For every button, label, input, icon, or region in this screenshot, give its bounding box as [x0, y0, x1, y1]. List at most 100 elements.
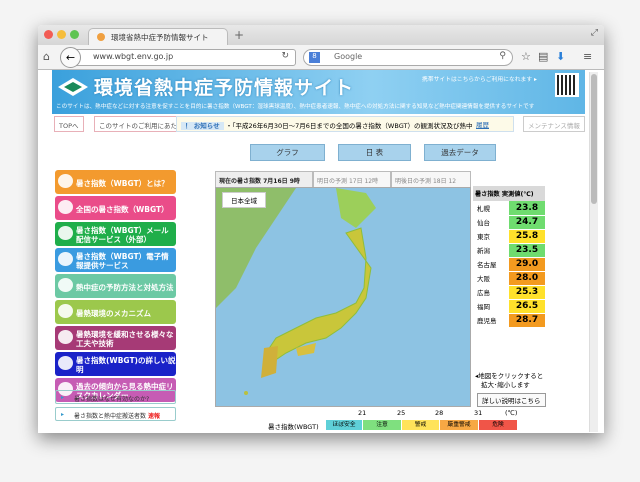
menu-item-4[interactable]: 熱中症の予防方法と対処方法: [55, 274, 176, 298]
tab-current-index[interactable]: 現在の暑さ指数 7月16日 9時: [215, 171, 313, 187]
notice-text[interactable]: ・「平成26年6月30日～7月6日までの全国の暑さ指数（WBGT）の観測状況及び…: [226, 122, 473, 130]
news-bar: ！ お知らせ ・「平成26年6月30日～7月6日までの全国の暑さ指数（WBGT）…: [176, 116, 514, 132]
maintenance-link[interactable]: メンテナンス情報: [523, 116, 585, 132]
tab-day-after-forecast[interactable]: 明後日の予測 18日 12: [391, 171, 471, 187]
breaking-badge: 速報: [147, 413, 160, 420]
speech-bubble-icon: [58, 278, 73, 292]
menu-item-label: 暑さ指数（WBGT）メール配信サービス（外部）: [76, 226, 169, 244]
page-content: 環境省熱中症予防情報サイト 携帯サイトはこちらからご利用になれます ▸ このサイ…: [38, 70, 604, 433]
table-row: 大阪 28.0: [473, 271, 545, 286]
menu-item-0[interactable]: 暑さ指数（WBGT）とは？: [55, 170, 176, 194]
speech-bubble-icon: [58, 200, 73, 214]
city-name: 札幌: [473, 201, 509, 216]
site-title[interactable]: 環境省熱中症予防情報サイト: [94, 73, 354, 100]
wbgt-value: 24.7: [509, 215, 545, 230]
detail-button[interactable]: 詳しい説明はこちら: [477, 393, 546, 407]
menu-item-6[interactable]: 暑熱環境を緩和させる様々な工夫や技術: [55, 326, 176, 350]
speech-bubble-icon: [58, 174, 73, 188]
city-name: 名古屋: [473, 257, 509, 272]
reload-icon[interactable]: ↻: [281, 51, 289, 61]
tab-tomorrow-forecast[interactable]: 明日の予測 17日 12時: [313, 171, 391, 187]
table-row: 福岡 26.5: [473, 299, 545, 314]
close-window-button[interactable]: [44, 30, 53, 39]
menu-item-7[interactable]: 暑さ指数(WBGT)の詳しい説明: [55, 352, 176, 376]
menu-item-label: 全国の暑さ指数（WBGT）: [76, 204, 169, 214]
table-header: 暑さ指数 実測値(℃): [473, 186, 545, 201]
past-data-button[interactable]: 過去データ: [424, 144, 496, 161]
history-link[interactable]: 履歴: [476, 119, 489, 129]
graph-button[interactable]: グラフ: [250, 144, 325, 161]
map-note: ◂地図をクリックすると 拡大･縮小します: [475, 372, 544, 389]
reading-list-icon[interactable]: ▤: [538, 50, 548, 63]
menu-item-label: 暑さ指数（WBGT）電子情報提供サービス: [76, 252, 169, 270]
home-icon[interactable]: ⌂: [43, 50, 50, 63]
table-row: 新潟 23.5: [473, 243, 545, 258]
mobile-site-link[interactable]: 携帯サイトはこちらからご利用になれます ▸: [422, 74, 537, 83]
wbgt-map[interactable]: 日本全域: [215, 187, 471, 407]
menu-icon[interactable]: ≡: [583, 50, 592, 63]
wbgt-value: 29.0: [509, 257, 545, 272]
browser-tab[interactable]: 環境省熱中症予防情報サイト: [88, 28, 228, 45]
scrollbar-thumb[interactable]: [591, 74, 597, 204]
wbgt-value: 23.5: [509, 243, 545, 258]
legend-tick: 31: [474, 409, 483, 417]
region-label[interactable]: 日本全域: [222, 192, 266, 208]
table-row: 広島 25.3: [473, 285, 545, 300]
menu-item-label: 暑さ指数（WBGT）とは？: [76, 178, 169, 188]
menu-item-1[interactable]: 全国の暑さ指数（WBGT）: [55, 196, 176, 220]
side-link-wbgt-effective[interactable]: 暑さ指数はなぜ有効なのか?: [55, 390, 176, 404]
menu-item-label: 暑熱環境のメカニズム: [76, 308, 151, 318]
search-placeholder: Google: [334, 52, 363, 61]
back-button[interactable]: ←: [60, 47, 81, 68]
menu-item-3[interactable]: 暑さ指数（WBGT）電子情報提供サービス: [55, 248, 176, 272]
city-name: 東京: [473, 229, 509, 244]
japan-map-icon: [216, 188, 376, 395]
speech-bubble-icon: [58, 252, 73, 266]
search-icon[interactable]: ⚲: [499, 51, 506, 61]
top-link[interactable]: TOPへ: [54, 116, 84, 132]
table-row: 鹿児島 28.7: [473, 313, 545, 328]
zoom-window-button[interactable]: [70, 30, 79, 39]
address-bar[interactable]: www.wbgt.env.go.jp ↻: [66, 49, 296, 66]
table-row: 東京 25.8: [473, 229, 545, 244]
side-link-wbgt-transport[interactable]: 暑さ指数と熱中症搬送者数 速報: [55, 407, 176, 421]
observation-table: 暑さ指数 実測値(℃) 札幌 23.8 仙台 24.7 東京 25.8 新潟 23.5 名古屋 2…: [473, 186, 545, 328]
download-icon[interactable]: ⬇: [556, 50, 565, 63]
legend-tick: 21: [358, 409, 367, 417]
wbgt-value: 25.8: [509, 229, 545, 244]
menu-item-2[interactable]: 暑さ指数（WBGT）メール配信サービス（外部）: [55, 222, 176, 246]
legend-tick: 25: [397, 409, 406, 417]
minimize-window-button[interactable]: [57, 30, 66, 39]
site-banner: 環境省熱中症予防情報サイト 携帯サイトはこちらからご利用になれます ▸ このサイ…: [52, 70, 585, 114]
new-tab-button[interactable]: +: [234, 28, 244, 42]
notice-label: ！ お知らせ: [181, 122, 224, 130]
favicon-icon: [97, 33, 105, 41]
ministry-logo-icon: [58, 78, 88, 96]
scrollbar[interactable]: [589, 72, 598, 432]
nav-toolbar: ⌂ www.wbgt.env.go.jp ↻ ← 8 Google ⚲ ☆ ▤ ⬇ ≡: [38, 45, 604, 70]
search-input[interactable]: 8 Google ⚲: [303, 49, 513, 66]
fullscreen-icon[interactable]: ⤢: [591, 28, 598, 38]
speech-bubble-icon: [58, 304, 73, 318]
city-name: 福岡: [473, 299, 509, 314]
city-name: 新潟: [473, 243, 509, 258]
speech-bubble-icon: [58, 356, 73, 370]
url-text: www.wbgt.env.go.jp: [93, 52, 174, 61]
menu-item-5[interactable]: 暑熱環境のメカニズム: [55, 300, 176, 324]
city-name: 大阪: [473, 271, 509, 286]
city-name: 仙台: [473, 215, 509, 230]
table-row: 札幌 23.8: [473, 201, 545, 216]
speech-bubble-icon: [58, 330, 73, 344]
wbgt-value: 23.8: [509, 201, 545, 216]
legend-tick: (℃): [505, 409, 518, 417]
daily-table-button[interactable]: 日 表: [338, 144, 411, 161]
wbgt-value: 28.0: [509, 271, 545, 286]
legend-level: 注意: [363, 420, 401, 430]
menu-item-label: 暑熱環境を緩和させる様々な工夫や技術: [76, 330, 174, 348]
bookmark-star-icon[interactable]: ☆: [521, 50, 531, 63]
city-name: 広島: [473, 285, 509, 300]
legend-tick: 28: [435, 409, 444, 417]
browser-window: 環境省熱中症予防情報サイト + ⤢ ⌂ www.wbgt.env.go.jp ↻ …: [38, 25, 604, 433]
menu-item-label: 熱中症の予防方法と対処方法: [76, 282, 174, 292]
google-icon: 8: [309, 52, 320, 63]
